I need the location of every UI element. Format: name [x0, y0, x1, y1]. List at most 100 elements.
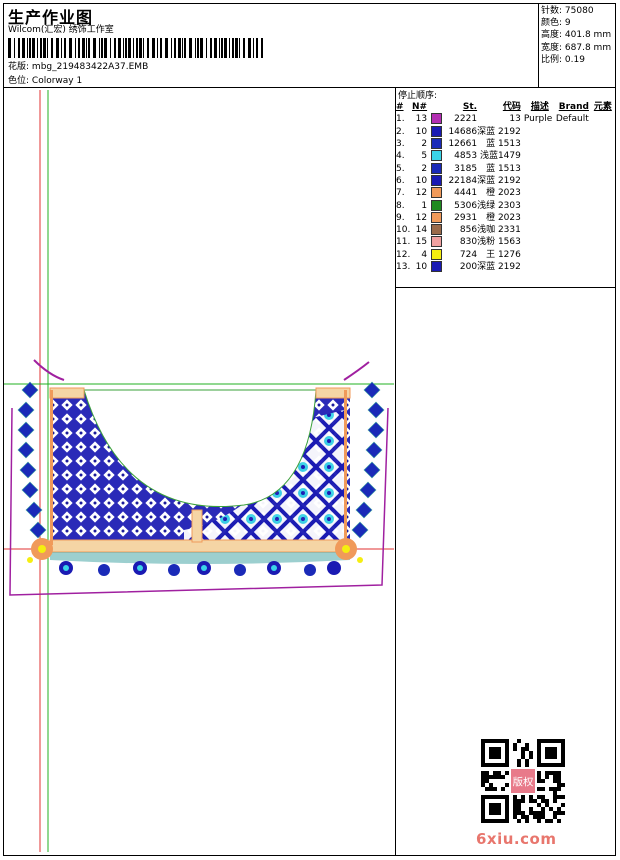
row-code: 浅咖 2331 — [477, 225, 521, 236]
stat-height: 高度: 401.8 mm — [541, 30, 612, 41]
row-index: 9. — [396, 212, 405, 223]
stat-stitches: 针数: 75080 — [541, 6, 594, 16]
row-desc — [521, 236, 556, 248]
row-element — [592, 162, 614, 174]
row-stitches: 200 — [459, 262, 478, 272]
color-swatch-box — [431, 187, 443, 199]
barcode — [8, 38, 263, 58]
row-brand — [556, 138, 592, 150]
table-row: 1. 13 2221 13 Purple Default — [396, 113, 614, 125]
row-index: 13. — [396, 262, 411, 272]
col-element: 元素 — [593, 102, 612, 113]
color-swatch-box — [431, 125, 443, 137]
row-desc — [521, 224, 556, 236]
row-stitches: 724 — [459, 249, 478, 260]
row-stitches: 5306 — [454, 200, 478, 211]
row-brand — [556, 224, 592, 236]
table-row: 5. 2 3185 蓝 1513 — [396, 162, 614, 174]
row-brand — [556, 261, 592, 273]
row-index: 4. — [396, 151, 405, 162]
table-row: 3. 2 12661 蓝 1513 — [396, 138, 614, 150]
row-stitches: 14686 — [448, 126, 478, 137]
table-row: 8. 1 5306 浅绿 2303 — [396, 199, 614, 211]
row-code: 橙 2023 — [486, 212, 521, 223]
row-code: 浅蓝1479 — [479, 151, 521, 162]
colorway-value: Colorway 1 — [31, 76, 83, 86]
embroidery-preview — [4, 90, 394, 852]
row-index: 6. — [396, 175, 405, 186]
row-brand — [556, 150, 592, 162]
color-swatch-box — [431, 248, 443, 260]
row-desc — [521, 199, 556, 211]
row-stitches: 3185 — [454, 163, 478, 174]
row-code: 深蓝 2192 — [477, 126, 521, 137]
color-swatch — [431, 125, 445, 138]
row-element — [592, 249, 614, 261]
company-name: Wilcom(汇宏) 绣饰工作室 — [8, 25, 114, 35]
qr-code: 版权 — [481, 739, 565, 823]
row-desc — [521, 138, 556, 150]
design-file: mbg_219483422A37.EMB — [31, 62, 149, 72]
row-element — [592, 224, 614, 236]
row-needle: 2 — [421, 139, 428, 150]
table-row: 9. 12 2931 橙 2023 — [396, 211, 614, 224]
row-needle: 10 — [415, 262, 428, 272]
row-index: 8. — [396, 200, 405, 211]
row-stitches: 12661 — [448, 139, 478, 150]
table-row: 12. 4 724 王 1276 — [396, 248, 614, 261]
color-swatch — [431, 248, 445, 261]
row-needle: 15 — [415, 237, 428, 248]
col-brand: Brand — [558, 102, 589, 113]
row-index: 3. — [396, 139, 405, 150]
row-desc — [521, 261, 556, 273]
row-stitches: 22184 — [448, 175, 478, 186]
row-desc — [521, 187, 556, 199]
stat-scale: 比例: 0.19 — [541, 54, 585, 65]
row-index: 7. — [396, 188, 405, 199]
color-swatch-box — [431, 224, 443, 236]
col-needle: N# — [412, 102, 428, 113]
sequence-title: 停止顺序: — [398, 91, 438, 101]
row-element — [592, 150, 614, 162]
table-row: 13. 10 200 深蓝 2192 — [396, 261, 614, 273]
color-swatch — [431, 199, 445, 211]
row-brand — [556, 236, 592, 248]
row-element — [592, 199, 614, 211]
row-element — [592, 138, 614, 150]
row-needle: 5 — [421, 151, 428, 162]
row-brand — [556, 199, 592, 211]
row-element — [592, 126, 614, 138]
qr-stamp-text: 版权 — [513, 775, 534, 788]
row-desc — [521, 249, 556, 261]
row-element — [592, 236, 614, 248]
row-stitches: 4853 — [454, 151, 478, 162]
color-swatch — [431, 138, 445, 150]
row-element — [592, 187, 614, 199]
row-brand: Default — [555, 114, 589, 125]
table-row: 2. 10 14686 深蓝 2192 — [396, 125, 614, 138]
row-index: 2. — [396, 126, 405, 137]
col-desc: 描述 — [530, 102, 549, 113]
table-row: 7. 12 4441 橙 2023 — [396, 187, 614, 199]
row-element — [592, 212, 614, 224]
row-needle: 10 — [415, 126, 428, 137]
row-stitches: 4441 — [454, 188, 478, 199]
table-header: # N# St. 代码 描述 Brand 元素 — [396, 101, 614, 113]
col-stitches: St. — [462, 102, 478, 113]
row-code: 深蓝 2192 — [477, 175, 521, 186]
color-swatch — [431, 236, 445, 248]
row-code: 橙 2023 — [486, 188, 521, 199]
color-swatch-box — [431, 199, 443, 211]
color-swatch-box — [431, 150, 443, 162]
color-swatch-box — [431, 113, 443, 125]
table-bottom-border — [395, 287, 616, 288]
row-code: 蓝 1513 — [486, 163, 521, 174]
color-swatch — [431, 187, 445, 199]
row-desc — [521, 212, 556, 224]
row-desc — [521, 150, 556, 162]
row-index: 11. — [396, 237, 411, 248]
design-label: 花版: — [8, 62, 30, 72]
design-file-row: 花版: mbg_219483422A37.EMB — [8, 61, 148, 73]
row-desc — [521, 175, 556, 187]
watermark-text: 6xiu.com — [476, 830, 557, 848]
